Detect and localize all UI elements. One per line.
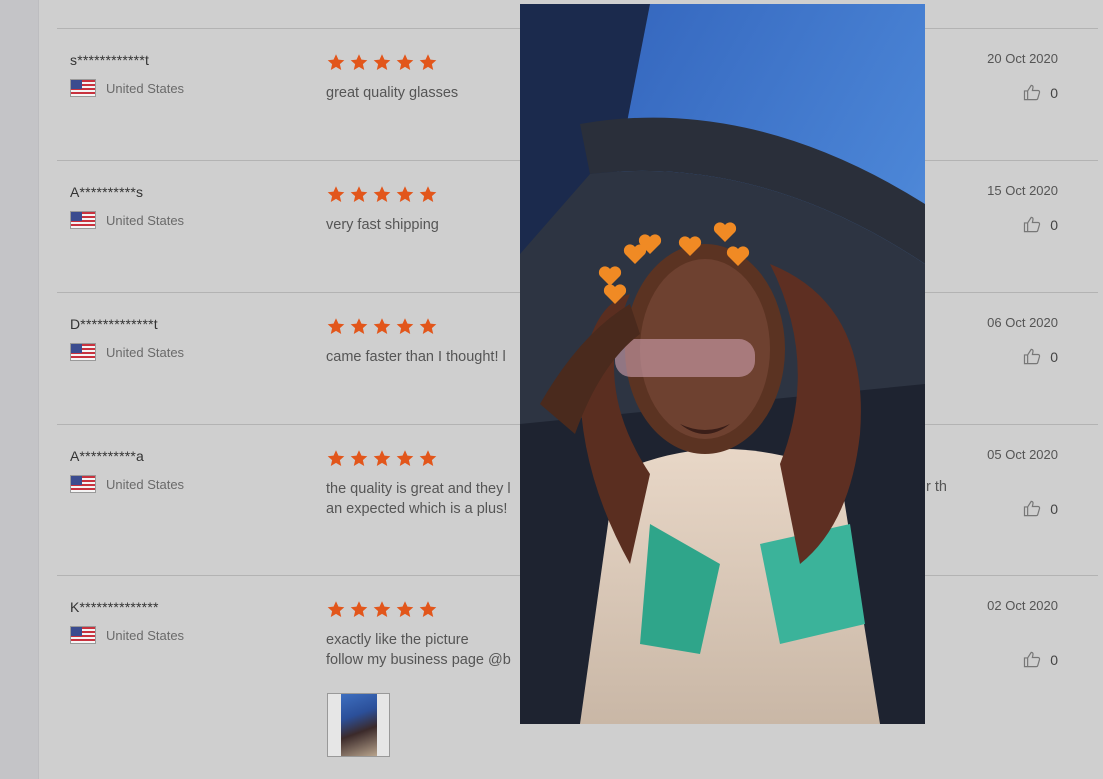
reviewer-country: United States xyxy=(70,79,184,97)
review-photo-thumbnail[interactable] xyxy=(327,693,390,757)
review-text: came faster than I thought! l xyxy=(326,349,506,365)
star-icon xyxy=(350,601,368,618)
star-icon xyxy=(350,54,368,71)
star-icon xyxy=(419,601,437,618)
review-date: 06 Oct 2020 xyxy=(987,315,1058,330)
star-icon xyxy=(327,186,345,203)
star-icon xyxy=(419,186,437,203)
reviewer-country: United States xyxy=(70,343,184,361)
reviewer-name: A**********a xyxy=(70,448,145,464)
us-flag-icon xyxy=(70,79,96,97)
reviewer-name: A**********s xyxy=(70,184,144,200)
review-photo-preview[interactable] xyxy=(520,4,925,724)
review-text: very fast shipping xyxy=(326,217,439,233)
review-text: follow my business page @b xyxy=(326,652,511,668)
review-date: 20 Oct 2020 xyxy=(987,51,1058,66)
reviewer-country: United States xyxy=(70,475,184,493)
like-button[interactable]: 0 xyxy=(1022,347,1058,366)
review-text-overflow: r th xyxy=(926,479,947,495)
star-icon xyxy=(396,450,414,467)
like-button[interactable]: 0 xyxy=(1022,650,1058,669)
star-icon xyxy=(396,318,414,335)
like-button[interactable]: 0 xyxy=(1022,83,1058,102)
country-label: United States xyxy=(106,80,185,96)
like-count: 0 xyxy=(1050,84,1058,101)
star-icon xyxy=(373,186,391,203)
star-icon xyxy=(373,601,391,618)
us-flag-icon xyxy=(70,626,96,644)
us-flag-icon xyxy=(70,343,96,361)
like-count: 0 xyxy=(1050,348,1058,365)
us-flag-icon xyxy=(70,475,96,493)
left-strip xyxy=(0,0,39,779)
us-flag-icon xyxy=(70,211,96,229)
star-icon xyxy=(396,186,414,203)
thumbs-up-icon xyxy=(1024,216,1041,233)
thumbs-up-icon xyxy=(1024,348,1041,365)
star-icon xyxy=(419,318,437,335)
review-text: the quality is great and they l xyxy=(326,481,511,497)
rating-stars xyxy=(326,53,438,72)
star-icon xyxy=(327,601,345,618)
star-icon xyxy=(327,318,345,335)
review-date: 15 Oct 2020 xyxy=(987,183,1058,198)
like-count: 0 xyxy=(1050,216,1058,233)
like-button[interactable]: 0 xyxy=(1022,215,1058,234)
country-label: United States xyxy=(106,344,185,360)
review-photo-image xyxy=(520,4,925,724)
thumbnail-image xyxy=(340,694,377,756)
like-button[interactable]: 0 xyxy=(1022,499,1058,518)
reviewer-country: United States xyxy=(70,626,184,644)
review-text: exactly like the picture xyxy=(326,632,469,648)
review-date: 05 Oct 2020 xyxy=(987,447,1058,462)
star-icon xyxy=(419,450,437,467)
review-date: 02 Oct 2020 xyxy=(987,598,1058,613)
star-icon xyxy=(350,450,368,467)
review-text: great quality glasses xyxy=(326,85,459,101)
review-text: an expected which is a plus! xyxy=(326,501,508,517)
thumbs-up-icon xyxy=(1024,84,1041,101)
star-icon xyxy=(396,54,414,71)
like-count: 0 xyxy=(1050,651,1058,668)
star-icon xyxy=(373,450,391,467)
reviewer-name: K************** xyxy=(70,599,159,615)
star-icon xyxy=(350,318,368,335)
thumbs-up-icon xyxy=(1024,500,1041,517)
rating-stars xyxy=(326,317,438,336)
thumbs-up-icon xyxy=(1024,651,1041,668)
star-icon xyxy=(350,186,368,203)
rating-stars xyxy=(326,600,438,619)
rating-stars xyxy=(326,449,438,468)
country-label: United States xyxy=(106,212,185,228)
rating-stars xyxy=(326,185,438,204)
star-icon xyxy=(327,54,345,71)
star-icon xyxy=(419,54,437,71)
country-label: United States xyxy=(106,627,185,643)
star-icon xyxy=(373,54,391,71)
star-icon xyxy=(327,450,345,467)
country-label: United States xyxy=(106,476,185,492)
reviewer-country: United States xyxy=(70,211,184,229)
reviewer-name: s************t xyxy=(70,52,150,68)
like-count: 0 xyxy=(1050,500,1058,517)
star-icon xyxy=(373,318,391,335)
star-icon xyxy=(396,601,414,618)
reviewer-name: D*************t xyxy=(70,316,158,332)
